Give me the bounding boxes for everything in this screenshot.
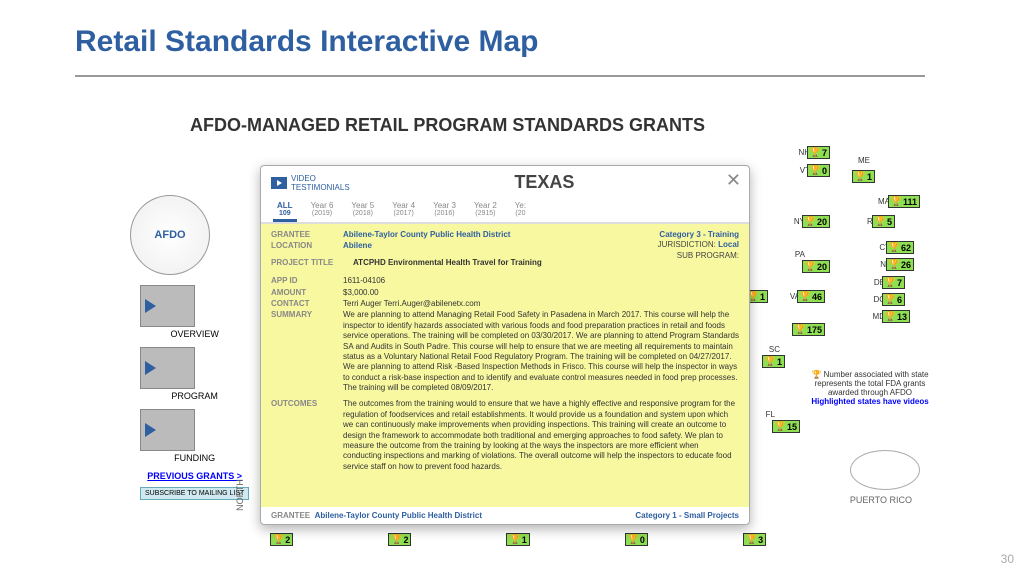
bottom-badge-2[interactable]: 🏆1 (506, 533, 529, 546)
north-label: NORTH (235, 479, 245, 511)
state-md-badge[interactable]: 🏆13 (882, 310, 910, 323)
tab-year2[interactable]: Year 2(2915) (470, 199, 501, 222)
state-ri-badge[interactable]: 🏆5 (872, 215, 895, 228)
contact-value: Terri Auger Terri.Auger@abilenetx.com (343, 299, 739, 309)
state-ma-badge[interactable]: 🏆111 (888, 195, 920, 208)
trophy-icon: 🏆 (885, 294, 896, 305)
tab-year1[interactable]: Ye:(20 (511, 199, 530, 222)
bottom-badge-1[interactable]: 🏆2 (388, 533, 411, 546)
state-pa-label: PA (795, 250, 805, 259)
close-icon[interactable]: ✕ (726, 170, 741, 191)
state-nc-badge[interactable]: 🏆175 (792, 323, 825, 336)
trophy-icon: 🏆 (509, 534, 520, 545)
state-me-label: ME (858, 156, 870, 165)
state-sc-badge[interactable]: 🏆1 (762, 355, 785, 368)
map-title: AFDO-MANAGED RETAIL PROGRAM STANDARDS GR… (190, 115, 705, 136)
trophy-icon: 🏆 (273, 534, 284, 545)
tab-year5[interactable]: Year 5(2018) (347, 199, 378, 222)
state-fl-badge[interactable]: 🏆15 (772, 420, 800, 433)
program-thumb[interactable] (140, 347, 195, 389)
state-fl-label: FL (766, 410, 775, 419)
grantee-value: Abilene-Taylor County Public Health Dist… (343, 230, 510, 240)
state-pa-badge[interactable]: 🏆20 (802, 260, 830, 273)
summary-text: We are planning to attend Managing Retai… (343, 310, 739, 393)
overview-thumb[interactable] (140, 285, 195, 327)
state-vt-badge[interactable]: 🏆0 (807, 164, 830, 177)
puerto-rico-inset[interactable] (850, 450, 920, 490)
appid-value: 1611-04106 (343, 276, 739, 286)
trophy-icon: 🏆 (810, 165, 821, 176)
trophy-icon: 🏆 (391, 534, 402, 545)
state-de-badge[interactable]: 🏆7 (882, 276, 905, 289)
state-va-badge[interactable]: 🏆46 (797, 290, 825, 303)
page-number: 30 (1001, 552, 1014, 566)
trophy-icon: 🏆 (746, 534, 757, 545)
trophy-icon: 🏆 (775, 421, 786, 432)
state-dc-badge[interactable]: 🏆6 (882, 293, 905, 306)
trophy-icon: 🏆 (889, 242, 900, 253)
outcomes-text: The outcomes from the training would to … (343, 399, 739, 472)
state-me-badge[interactable]: 🏆1 (852, 170, 875, 183)
play-icon (271, 177, 287, 189)
category-value: Category 3 - Training (658, 230, 739, 240)
state-ny-badge[interactable]: 🏆20 (802, 215, 830, 228)
year-tabs: ALL109 Year 6(2019) Year 5(2018) Year 4(… (261, 199, 749, 224)
trophy-icon: 🏆 (810, 147, 821, 158)
trophy-icon: 🏆 (885, 277, 896, 288)
tab-all[interactable]: ALL109 (273, 199, 297, 222)
legend-text: 🏆 Number associated with state represent… (800, 370, 940, 406)
tab-year3[interactable]: Year 3(2016) (429, 199, 460, 222)
trophy-icon: 🏆 (805, 216, 816, 227)
bottom-badge-3[interactable]: 🏆0 (625, 533, 648, 546)
bottom-badge-0[interactable]: 🏆2 (270, 533, 293, 546)
state-nj-badge[interactable]: 🏆26 (886, 258, 914, 271)
trophy-icon: 🏆 (891, 196, 902, 207)
tab-year4[interactable]: Year 4(2017) (388, 199, 419, 222)
state-detail-popup: VIDEO TESTIMONIALS TEXAS ✕ ALL109 Year 6… (260, 165, 750, 525)
video-testimonials-button[interactable]: VIDEO TESTIMONIALS (271, 174, 350, 192)
divider (75, 75, 925, 77)
tab-year6[interactable]: Year 6(2019) (307, 199, 338, 222)
location-value: Abilene (343, 241, 372, 251)
trophy-icon: 🏆 (875, 216, 886, 227)
trophy-icon: 🏆 (795, 324, 806, 335)
state-sc-label: SC (769, 345, 780, 354)
slide-title: Retail Standards Interactive Map (75, 25, 538, 59)
amount-value: $3,000.00 (343, 288, 739, 298)
trophy-icon: 🏆 (885, 311, 896, 322)
puerto-rico-label: PUERTO RICO (850, 495, 912, 505)
trophy-icon: 🏆 (628, 534, 639, 545)
trophy-icon: 🏆 (800, 291, 811, 302)
bottom-badges-row: 🏆2 🏆2 🏆1 🏆0 🏆3 (270, 533, 766, 546)
trophy-icon: 🏆 (765, 356, 776, 367)
grant-details: Category 3 - Training JURISDICTION: Loca… (261, 224, 749, 507)
trophy-icon: 🏆 (855, 171, 866, 182)
popup-title: TEXAS (350, 172, 739, 193)
state-nh-badge[interactable]: 🏆7 (807, 146, 830, 159)
bottom-badge-4[interactable]: 🏆3 (743, 533, 766, 546)
afdo-logo: AFDO (130, 195, 210, 275)
trophy-icon: 🏆 (805, 261, 816, 272)
state-ct-badge[interactable]: 🏆62 (886, 241, 914, 254)
popup-footer: GRANTEE Abilene-Taylor County Public Hea… (261, 507, 749, 524)
trophy-icon: 🏆 (889, 259, 900, 270)
funding-thumb[interactable] (140, 409, 195, 451)
